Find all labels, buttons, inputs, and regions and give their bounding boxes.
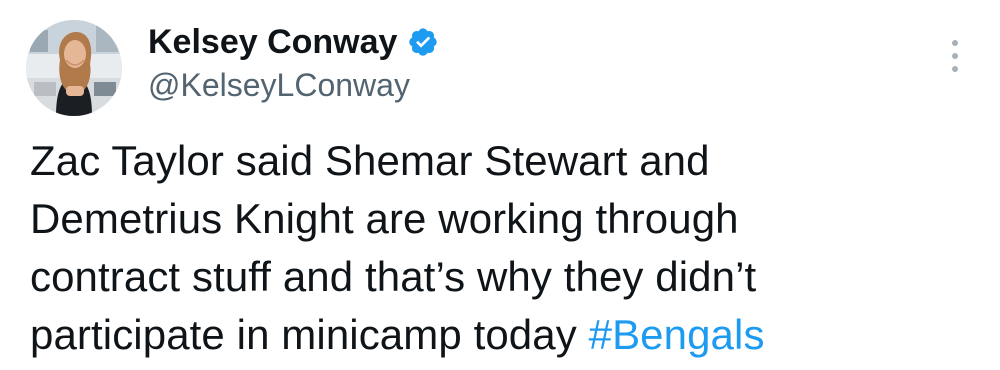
tweet-card: Kelsey Conway @KelseyLConway Zac Taylor … bbox=[0, 0, 1000, 370]
verified-badge-icon bbox=[409, 28, 438, 56]
avatar-photo bbox=[26, 20, 122, 116]
hashtag-link[interactable]: #Bengals bbox=[589, 311, 765, 358]
tweet-text-line: Zac Taylor said Shemar Stewart and bbox=[30, 137, 710, 184]
tweet-text-line: Demetrius Knight are working through bbox=[30, 195, 739, 242]
tweet-text-line: contract stuff and that’s why they didn’… bbox=[30, 253, 757, 300]
more-dot bbox=[952, 66, 958, 72]
author-name-row: Kelsey Conway bbox=[148, 22, 439, 62]
author-avatar[interactable] bbox=[26, 20, 122, 116]
more-vertical-icon[interactable] bbox=[940, 36, 970, 76]
more-dot bbox=[952, 40, 958, 46]
tweet-text-line: participate in minicamp today #Bengals bbox=[30, 306, 930, 364]
tweet-text-segment: participate in minicamp today bbox=[30, 311, 589, 358]
author-display-name[interactable]: Kelsey Conway bbox=[148, 22, 397, 62]
more-dot bbox=[952, 53, 958, 59]
tweet-text: Zac Taylor said Shemar Stewart and Demet… bbox=[30, 132, 930, 364]
author-handle[interactable]: @KelseyLConway bbox=[148, 66, 410, 104]
